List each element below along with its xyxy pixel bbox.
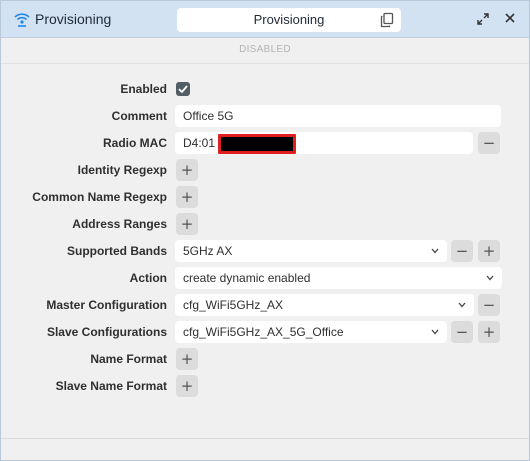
- slave-name-format-label: Slave Name Format: [55, 379, 167, 393]
- name-format-add-button[interactable]: +: [176, 348, 198, 370]
- master-configuration-value: cfg_WiFi5GHz_AX: [183, 298, 284, 312]
- comment-row: Comment Office 5G: [1, 104, 529, 128]
- comment-value: Office 5G: [183, 109, 234, 123]
- title-center-box: Provisioning: [177, 8, 401, 32]
- address-ranges-add-button[interactable]: +: [176, 213, 198, 235]
- comment-label: Comment: [111, 109, 167, 123]
- identity-regexp-row: Identity Regexp +: [1, 158, 529, 182]
- expand-icon[interactable]: [477, 13, 489, 25]
- name-format-label: Name Format: [90, 352, 167, 366]
- status-text: DISABLED: [239, 44, 291, 55]
- master-configuration-select[interactable]: cfg_WiFi5GHz_AX: [175, 294, 474, 316]
- slave-configurations-row: Slave Configurations cfg_WiFi5GHz_AX_5G_…: [1, 320, 529, 344]
- action-row: Action create dynamic enabled: [1, 266, 529, 290]
- redaction-box: [218, 134, 296, 154]
- supported-bands-select[interactable]: 5GHz AX: [175, 240, 447, 262]
- status-divider: [1, 63, 529, 64]
- wifi-provisioning-icon: [14, 13, 30, 27]
- radio-mac-input[interactable]: D4:01: [175, 132, 473, 154]
- action-select[interactable]: create dynamic enabled: [175, 267, 502, 289]
- address-ranges-row: Address Ranges +: [1, 212, 529, 236]
- master-configuration-remove-button[interactable]: −: [478, 294, 500, 316]
- chevron-down-icon: [431, 248, 439, 254]
- common-name-regexp-add-button[interactable]: +: [176, 186, 198, 208]
- chevron-down-icon: [486, 275, 494, 281]
- radio-mac-remove-button[interactable]: −: [478, 132, 500, 154]
- radio-mac-value: D4:01: [183, 136, 216, 150]
- master-configuration-row: Master Configuration cfg_WiFi5GHz_AX −: [1, 293, 529, 317]
- common-name-regexp-row: Common Name Regexp +: [1, 185, 529, 209]
- comment-input[interactable]: Office 5G: [175, 105, 501, 127]
- supported-bands-remove-button[interactable]: −: [451, 240, 473, 262]
- slave-configurations-label: Slave Configurations: [46, 325, 167, 339]
- supported-bands-row: Supported Bands 5GHz AX − +: [1, 239, 529, 263]
- slave-configurations-value: cfg_WiFi5GHz_AX_5G_Office: [183, 325, 344, 339]
- action-label: Action: [129, 271, 167, 285]
- supported-bands-value: 5GHz AX: [183, 244, 233, 258]
- address-ranges-label: Address Ranges: [72, 217, 167, 231]
- chevron-down-icon: [431, 329, 439, 335]
- slave-name-format-row: Slave Name Format +: [1, 374, 529, 398]
- identity-regexp-add-button[interactable]: +: [176, 159, 198, 181]
- window-title: Provisioning: [35, 11, 112, 27]
- chevron-down-icon: [458, 302, 466, 308]
- bottom-divider: [1, 438, 529, 439]
- title-bar: Provisioning Provisioning: [1, 1, 529, 38]
- master-configuration-label: Master Configuration: [46, 298, 167, 312]
- supported-bands-label: Supported Bands: [66, 244, 167, 258]
- page-title: Provisioning: [253, 12, 325, 27]
- checkmark-icon: [178, 85, 188, 94]
- slave-name-format-add-button[interactable]: +: [176, 375, 198, 397]
- enabled-row: Enabled: [1, 77, 529, 101]
- identity-regexp-label: Identity Regexp: [77, 163, 167, 177]
- close-icon[interactable]: [504, 12, 516, 24]
- radio-mac-label: Radio MAC: [103, 136, 167, 150]
- slave-configurations-select[interactable]: cfg_WiFi5GHz_AX_5G_Office: [175, 321, 447, 343]
- radio-mac-row: Radio MAC D4:01 −: [1, 131, 529, 155]
- enabled-label: Enabled: [120, 82, 167, 96]
- supported-bands-add-button[interactable]: +: [478, 240, 500, 262]
- common-name-regexp-label: Common Name Regexp: [32, 190, 167, 204]
- name-format-row: Name Format +: [1, 347, 529, 371]
- action-value: create dynamic enabled: [183, 271, 311, 285]
- slave-configurations-add-button[interactable]: +: [478, 321, 500, 343]
- copy-icon[interactable]: [379, 12, 395, 28]
- slave-configurations-remove-button[interactable]: −: [451, 321, 473, 343]
- provisioning-window: Provisioning Provisioning DISABLED Enabl…: [0, 0, 530, 461]
- enabled-checkbox[interactable]: [176, 82, 190, 96]
